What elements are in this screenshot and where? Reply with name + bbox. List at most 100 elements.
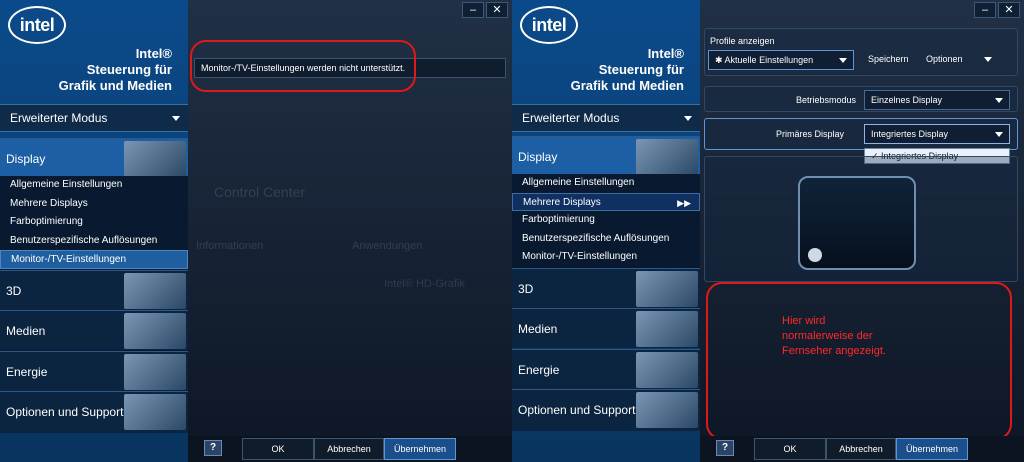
ghost-apps: Anwendungen bbox=[352, 240, 423, 252]
help-icon bbox=[636, 392, 698, 428]
display-submenu: Allgemeine Einstellungen Mehrere Display… bbox=[512, 174, 700, 268]
mode-label: Erweiterter Modus bbox=[522, 111, 620, 125]
ghost-hd: Intel® HD-Grafik bbox=[384, 278, 465, 290]
category-label: 3D bbox=[6, 284, 22, 298]
category-3d[interactable]: 3D bbox=[512, 268, 700, 308]
ok-button[interactable]: OK bbox=[242, 438, 314, 460]
intel-logo: intel bbox=[520, 6, 578, 44]
operating-mode-label: Betriebsmodus bbox=[796, 95, 857, 105]
operating-mode-select[interactable]: Einzelnes Display bbox=[864, 90, 1010, 110]
apply-button[interactable]: Übernehmen bbox=[384, 438, 456, 460]
display-icon bbox=[124, 141, 186, 177]
double-chevron-icon: ▶▶ bbox=[677, 197, 691, 208]
category-label: Optionen und Support bbox=[518, 403, 636, 417]
primary-display-label: Primäres Display bbox=[776, 129, 845, 139]
category-3d[interactable]: 3D bbox=[0, 270, 188, 310]
category-label: 3D bbox=[518, 282, 534, 296]
subitem-color[interactable]: Farboptimierung bbox=[0, 213, 188, 232]
bottom-bar: ? OK Abbrechen Übernehmen bbox=[700, 436, 1024, 462]
windows-logo-icon bbox=[808, 248, 822, 262]
ghost-info: Informationen bbox=[196, 240, 264, 252]
close-button[interactable]: ✕ bbox=[998, 2, 1020, 18]
apply-button[interactable]: Übernehmen bbox=[896, 438, 968, 460]
tv-annotation-note: Hier wird normalerweise der Fernseher an… bbox=[782, 315, 886, 357]
options-label: Optionen bbox=[926, 54, 963, 64]
category-media[interactable]: Medien bbox=[0, 310, 188, 350]
power-icon bbox=[636, 352, 698, 388]
monitor-preview[interactable] bbox=[798, 176, 916, 270]
display-icon bbox=[636, 139, 698, 175]
content-area: – ✕ Profile anzeigen ✱ Aktuelle Einstell… bbox=[700, 0, 1024, 462]
mode-dropdown[interactable]: Erweiterter Modus bbox=[512, 104, 700, 132]
chevron-down-icon bbox=[995, 132, 1003, 137]
right-panel: intel Intel® Steuerung für Grafik und Me… bbox=[512, 0, 1024, 462]
profile-value: ✱ Aktuelle Einstellungen bbox=[715, 55, 814, 65]
chevron-down-icon bbox=[172, 116, 180, 121]
primary-display-value: Integriertes Display bbox=[871, 129, 949, 139]
help-button[interactable]: ? bbox=[716, 440, 734, 456]
subitem-general[interactable]: Allgemeine Einstellungen bbox=[0, 176, 188, 195]
media-icon bbox=[636, 311, 698, 347]
subitem-general[interactable]: Allgemeine Einstellungen bbox=[512, 174, 700, 193]
chevron-down-icon bbox=[684, 116, 692, 121]
chevron-down-icon bbox=[839, 58, 847, 63]
category-power[interactable]: Energie bbox=[512, 349, 700, 389]
category-label: Medien bbox=[518, 322, 558, 336]
3d-icon bbox=[124, 273, 186, 309]
profile-select[interactable]: ✱ Aktuelle Einstellungen bbox=[708, 50, 854, 70]
category-power[interactable]: Energie bbox=[0, 351, 188, 391]
minimize-button[interactable]: – bbox=[462, 2, 484, 18]
category-options-support[interactable]: Optionen und Support bbox=[0, 391, 188, 433]
category-display[interactable]: Display bbox=[512, 136, 700, 176]
subitem-monitor-tv[interactable]: Monitor-/TV-Einstellungen bbox=[512, 248, 700, 267]
window-controls: – ✕ bbox=[462, 2, 508, 18]
subitem-multi-display[interactable]: Mehrere Displays ▶▶ bbox=[512, 192, 700, 212]
subitem-color[interactable]: Farboptimierung bbox=[512, 211, 700, 230]
intel-logo: intel bbox=[8, 6, 66, 44]
chevron-down-icon bbox=[984, 57, 992, 62]
help-icon bbox=[124, 394, 186, 430]
help-button[interactable]: ? bbox=[204, 440, 222, 456]
subitem-label: Mehrere Displays bbox=[523, 196, 601, 208]
category-label: Optionen und Support bbox=[6, 405, 124, 419]
content-area: – ✕ Control Center Informationen Anwendu… bbox=[188, 0, 512, 462]
category-label: Energie bbox=[518, 363, 560, 377]
bottom-bar: ? OK Abbrechen Übernehmen bbox=[188, 436, 512, 462]
subitem-monitor-tv[interactable]: Monitor-/TV-Einstellungen bbox=[0, 250, 188, 269]
cancel-button[interactable]: Abbrechen bbox=[826, 438, 896, 460]
ghost-control-center: Control Center bbox=[214, 184, 306, 200]
mode-dropdown[interactable]: Erweiterter Modus bbox=[0, 104, 188, 132]
sidebar: intel Intel® Steuerung für Grafik und Me… bbox=[0, 0, 188, 462]
category-label: Energie bbox=[6, 365, 48, 379]
subitem-custom-res[interactable]: Benutzerspezifische Auflösungen bbox=[512, 230, 700, 249]
category-media[interactable]: Medien bbox=[512, 308, 700, 348]
category-options-support[interactable]: Optionen und Support bbox=[512, 389, 700, 431]
left-panel: intel Intel® Steuerung für Grafik und Me… bbox=[0, 0, 512, 462]
annotation-box bbox=[706, 282, 1012, 440]
media-icon bbox=[124, 313, 186, 349]
ok-button[interactable]: OK bbox=[754, 438, 826, 460]
close-button[interactable]: ✕ bbox=[486, 2, 508, 18]
save-button[interactable]: Speichern bbox=[868, 54, 909, 64]
power-icon bbox=[124, 354, 186, 390]
subitem-multi-display[interactable]: Mehrere Displays bbox=[0, 195, 188, 214]
sidebar: intel Intel® Steuerung für Grafik und Me… bbox=[512, 0, 700, 462]
app-title: Intel® Steuerung für Grafik und Medien bbox=[570, 46, 684, 93]
category-label: Medien bbox=[6, 324, 46, 338]
cancel-button[interactable]: Abbrechen bbox=[314, 438, 384, 460]
profiles-label: Profile anzeigen bbox=[710, 36, 775, 46]
primary-display-select[interactable]: Integriertes Display bbox=[864, 124, 1010, 144]
minimize-button[interactable]: – bbox=[974, 2, 996, 18]
3d-icon bbox=[636, 271, 698, 307]
options-dropdown[interactable]: Optionen bbox=[920, 50, 998, 70]
subitem-custom-res[interactable]: Benutzerspezifische Auflösungen bbox=[0, 232, 188, 251]
annotation-oval bbox=[190, 40, 416, 92]
chevron-down-icon bbox=[995, 98, 1003, 103]
category-label: Display bbox=[518, 150, 558, 164]
category-display[interactable]: Display bbox=[0, 138, 188, 178]
mode-label: Erweiterter Modus bbox=[10, 111, 108, 125]
operating-mode-value: Einzelnes Display bbox=[871, 95, 943, 105]
app-title: Intel® Steuerung für Grafik und Medien bbox=[58, 46, 172, 93]
category-label: Display bbox=[6, 152, 46, 166]
window-controls: – ✕ bbox=[974, 2, 1020, 18]
